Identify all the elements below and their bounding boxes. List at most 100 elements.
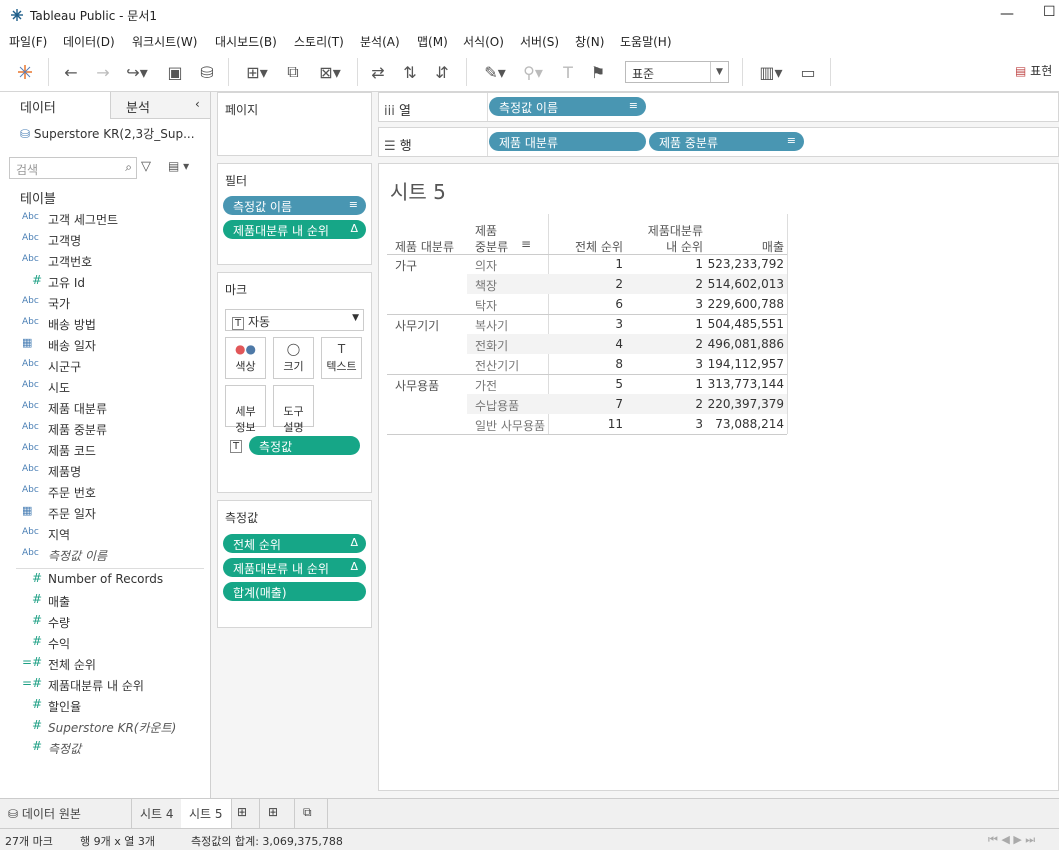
dimension-field[interactable]: Abc 고객번호 (0, 250, 205, 271)
tab-analysis[interactable]: 분석 (126, 92, 150, 119)
field-label: 고객번호 (48, 255, 93, 269)
datasource-icon: ⛁ (8, 807, 19, 821)
save-icon[interactable]: ▣ (165, 62, 185, 82)
size-mark-button[interactable]: ◯ 크기 (273, 337, 314, 379)
dimension-field[interactable]: Abc 시도 (0, 376, 205, 397)
maximize-icon[interactable]: ☐ (1043, 4, 1056, 20)
view-options-icon[interactable]: ▤ ▾ (168, 159, 189, 173)
dimension-field[interactable]: Abc 시군구 (0, 355, 205, 376)
marks-pill-measure-values[interactable]: 측정값 (249, 436, 360, 455)
menu-map[interactable]: 맵(M) (417, 33, 448, 50)
duplicate-sheet-icon[interactable]: ⧉ (283, 62, 303, 82)
measure-field[interactable]: # Superstore KR(카운트) (0, 716, 205, 737)
measure-field[interactable]: # Number of Records (0, 569, 205, 590)
dimension-field[interactable]: Abc 제품 코드 (0, 439, 205, 460)
columns-shelf[interactable]: iii 열 측정값 이름 ≡ (378, 92, 1059, 122)
measure-field[interactable]: # 수익 (0, 632, 205, 653)
undo-icon[interactable]: ← (60, 62, 82, 82)
group-icon[interactable]: ⚲▾ (518, 62, 548, 82)
dimension-field[interactable]: Abc 지역 (0, 523, 205, 544)
highlight-icon[interactable]: ✎▾ (480, 62, 510, 82)
new-dashboard-tab-icon[interactable]: ⊞ (260, 799, 295, 828)
dimension-field[interactable]: Abc 제품 대분류 (0, 397, 205, 418)
menu-worksheet[interactable]: 워크시트(W) (132, 33, 197, 50)
menu-format[interactable]: 서식(O) (463, 33, 504, 50)
measure-field[interactable]: =# 전체 순위 (0, 653, 205, 674)
field-label: 주문 번호 (48, 486, 96, 500)
dimension-field[interactable]: Abc 제품명 (0, 460, 205, 481)
delta-icon: Δ (350, 560, 358, 573)
datasource-item[interactable]: ⛁ Superstore KR(2,3강_Sup... (20, 125, 195, 142)
presentation-mode-icon[interactable]: ▭ (798, 62, 818, 82)
minimize-icon[interactable]: — (1000, 6, 1014, 22)
dimension-field[interactable]: # 고유 Id (0, 271, 205, 292)
text-mark-button[interactable]: T 텍스트 (321, 337, 362, 379)
menu-file[interactable]: 파일(F) (9, 33, 47, 50)
rows-pill-subcategory[interactable]: 제품 중분류 ≡ (649, 132, 804, 151)
dimension-field[interactable]: Abc 국가 (0, 292, 205, 313)
dimension-field[interactable]: Abc 제품 중분류 (0, 418, 205, 439)
tab-data[interactable]: 데이터 (20, 92, 56, 119)
datasource-tab[interactable]: ⛁ 데이터 원본 (0, 799, 132, 828)
measure-pill-category-rank[interactable]: 제품대분류 내 순위 Δ (223, 558, 366, 577)
measure-field[interactable]: # 측정값 (0, 737, 205, 758)
tooltip-mark-button[interactable]: 도구 설명 (273, 385, 314, 434)
dimension-field[interactable]: ▦ 배송 일자 (0, 334, 205, 355)
show-me-button[interactable]: ▤ 표현 (1015, 62, 1052, 79)
sort-icon[interactable]: ≡ (521, 237, 531, 251)
detail-mark-button[interactable]: 세부 정보 (225, 385, 266, 434)
filter-icon[interactable]: ▽ (141, 159, 151, 174)
pin-icon[interactable]: ⚑ (588, 62, 608, 82)
columns-pill-label: 측정값 이름 (499, 101, 559, 115)
sheet-nav-icon[interactable]: ⏮ ◀ ▶ ⏭ (988, 833, 1035, 847)
menu-dashboard[interactable]: 대시보드(B) (215, 33, 277, 50)
measure-pill-sum-sales[interactable]: 합계(매출) (223, 582, 366, 601)
show-me-cards-icon[interactable]: ▥▾ (754, 62, 788, 82)
swap-icon[interactable]: ↪▾ (122, 62, 152, 82)
field-label: 할인율 (48, 700, 82, 714)
menu-data[interactable]: 데이터(D) (63, 33, 115, 50)
menu-analysis[interactable]: 분석(A) (360, 33, 400, 50)
field-label: 국가 (48, 297, 71, 311)
new-datasource-icon[interactable]: ⛁ (197, 62, 217, 82)
redo-icon[interactable]: → (92, 62, 114, 82)
menu-window[interactable]: 창(N) (575, 33, 604, 50)
collapse-pane-icon[interactable]: ‹ (195, 92, 200, 119)
menu-help[interactable]: 도움말(H) (620, 33, 672, 50)
swap-rows-columns-icon[interactable]: ⇄ (368, 62, 388, 82)
dimension-field[interactable]: Abc 고객명 (0, 229, 205, 250)
measure-field[interactable]: # 수량 (0, 611, 205, 632)
new-worksheet-tab-icon[interactable]: ⊞ (229, 799, 260, 828)
color-mark-button[interactable]: ●● 색상 (225, 337, 266, 379)
dimension-field[interactable]: Abc 배송 방법 (0, 313, 205, 334)
sheet-tab[interactable]: 시트 4 (132, 799, 183, 828)
dimension-field[interactable]: ▦ 주문 일자 (0, 502, 205, 523)
dimension-field[interactable]: Abc 고객 세그먼트 (0, 208, 205, 229)
filter-pill-measure-names[interactable]: 측정값 이름 ≡ (223, 196, 366, 215)
columns-pill-measure-names[interactable]: 측정값 이름 ≡ (489, 97, 646, 116)
pages-card[interactable]: 페이지 (217, 92, 372, 156)
measure-pill-overall-rank[interactable]: 전체 순위 Δ (223, 534, 366, 553)
sort-ascending-icon[interactable]: ⇅ (400, 62, 420, 82)
dimension-field[interactable]: Abc 측정값 이름 (0, 544, 205, 565)
menu-server[interactable]: 서버(S) (520, 33, 559, 50)
mark-type-select[interactable]: T 자동 ▼ (225, 309, 364, 331)
rows-pill-category[interactable]: 제품 대분류 (489, 132, 646, 151)
dimension-field[interactable]: Abc 주문 번호 (0, 481, 205, 502)
tableau-start-icon[interactable] (16, 62, 34, 82)
show-labels-icon[interactable]: T (558, 62, 578, 82)
search-input[interactable]: 검색 ⌕ (9, 157, 137, 179)
rows-shelf[interactable]: ☰ 행 제품 대분류 제품 중분류 ≡ (378, 127, 1059, 157)
clear-sheet-icon[interactable]: ⊠▾ (313, 62, 347, 82)
new-worksheet-icon[interactable]: ⊞▾ (240, 62, 274, 82)
sheet-tab-active[interactable]: 시트 5 (181, 799, 232, 828)
filters-card[interactable]: 필터 측정값 이름 ≡ 제품대분류 내 순위 Δ (217, 163, 372, 265)
menu-story[interactable]: 스토리(T) (294, 33, 344, 50)
measure-field[interactable]: =# 제품대분류 내 순위 (0, 674, 205, 695)
sort-descending-icon[interactable]: ⇵ (432, 62, 452, 82)
filter-pill-category-rank[interactable]: 제품대분류 내 순위 Δ (223, 220, 366, 239)
measure-field[interactable]: # 할인율 (0, 695, 205, 716)
fit-select[interactable]: 표준 ▼ (625, 61, 729, 83)
new-story-tab-icon[interactable]: ⧉ (295, 799, 328, 828)
measure-field[interactable]: # 매출 (0, 590, 205, 611)
